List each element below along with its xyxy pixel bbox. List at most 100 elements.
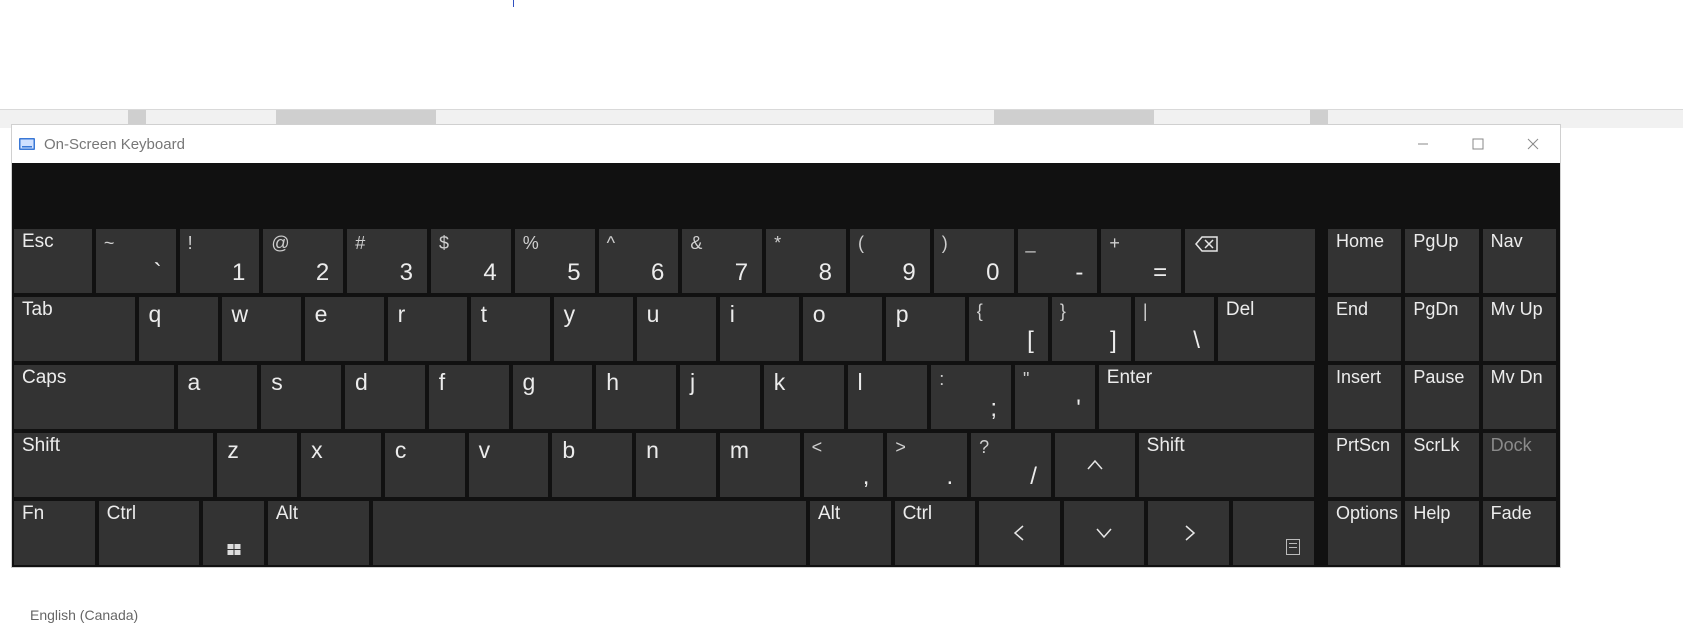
background-statusbar: English (Canada) (0, 599, 1683, 623)
key-s[interactable]: s (261, 365, 341, 429)
key-6[interactable]: ^6 (599, 229, 679, 293)
key-l[interactable]: l (848, 365, 928, 429)
key-pgdn[interactable]: PgDn (1405, 297, 1478, 361)
key-x[interactable]: x (301, 433, 381, 497)
key-tab[interactable]: Tab (14, 297, 135, 361)
statusbar-language: English (Canada) (30, 607, 138, 623)
key-t[interactable]: t (471, 297, 550, 361)
key-e[interactable]: e (305, 297, 384, 361)
key-insert[interactable]: Insert (1328, 365, 1401, 429)
key-semicolon[interactable]: :; (931, 365, 1011, 429)
key-8[interactable]: *8 (766, 229, 846, 293)
key-down[interactable] (1064, 501, 1145, 565)
key-u[interactable]: u (637, 297, 716, 361)
key-lalt[interactable]: Alt (268, 501, 369, 565)
key-context[interactable] (1233, 501, 1314, 565)
key-mvdn[interactable]: Mv Dn (1483, 365, 1556, 429)
key-caps[interactable]: Caps (14, 365, 174, 429)
key-j[interactable]: j (680, 365, 760, 429)
key-rctrl[interactable]: Ctrl (895, 501, 976, 565)
key-right[interactable] (1148, 501, 1229, 565)
key-rbracket[interactable]: }] (1052, 297, 1131, 361)
key-space[interactable] (373, 501, 806, 565)
key-slash[interactable]: ?/ (971, 433, 1051, 497)
key-d[interactable]: d (345, 365, 425, 429)
key-backtick[interactable]: ~` (96, 229, 176, 293)
app-icon (18, 136, 36, 152)
key-up[interactable] (1055, 433, 1135, 497)
key-q[interactable]: q (139, 297, 218, 361)
key-w[interactable]: w (222, 297, 301, 361)
text-cursor (513, 0, 514, 7)
close-button[interactable] (1505, 125, 1560, 163)
key-lctrl[interactable]: Ctrl (99, 501, 200, 565)
key-r[interactable]: r (388, 297, 467, 361)
arrow-down-icon (1064, 501, 1145, 565)
key-prtscn[interactable]: PrtScn (1328, 433, 1401, 497)
key-win[interactable] (203, 501, 263, 565)
key-o[interactable]: o (803, 297, 882, 361)
key-backspace[interactable] (1185, 229, 1315, 293)
key-pause[interactable]: Pause (1405, 365, 1478, 429)
key-home[interactable]: Home (1328, 229, 1401, 293)
key-equals[interactable]: += (1101, 229, 1181, 293)
key-y[interactable]: y (554, 297, 633, 361)
key-lbracket[interactable]: {[ (969, 297, 1048, 361)
document-background (0, 0, 1683, 125)
key-g[interactable]: g (513, 365, 593, 429)
key-quote[interactable]: "' (1015, 365, 1095, 429)
key-mvup[interactable]: Mv Up (1483, 297, 1556, 361)
key-fn[interactable]: Fn (14, 501, 95, 565)
key-h[interactable]: h (596, 365, 676, 429)
titlebar[interactable]: On-Screen Keyboard (12, 125, 1560, 163)
key-pgup[interactable]: PgUp (1405, 229, 1478, 293)
key-lshift[interactable]: Shift (14, 433, 213, 497)
key-fade[interactable]: Fade (1483, 501, 1556, 565)
key-p[interactable]: p (886, 297, 965, 361)
key-rshift[interactable]: Shift (1139, 433, 1314, 497)
key-z[interactable]: z (217, 433, 297, 497)
key-5[interactable]: %5 (515, 229, 595, 293)
minimize-button[interactable] (1395, 125, 1450, 163)
key-ralt[interactable]: Alt (810, 501, 891, 565)
key-scrlk[interactable]: ScrLk (1405, 433, 1478, 497)
key-3[interactable]: #3 (347, 229, 427, 293)
key-period[interactable]: >. (887, 433, 967, 497)
key-f[interactable]: f (429, 365, 509, 429)
arrow-right-icon (1148, 501, 1229, 565)
key-7[interactable]: &7 (682, 229, 762, 293)
windows-icon (227, 544, 240, 555)
arrow-up-icon (1055, 433, 1135, 497)
key-backslash[interactable]: |\ (1135, 297, 1214, 361)
key-enter[interactable]: Enter (1099, 365, 1314, 429)
key-1[interactable]: !1 (180, 229, 260, 293)
arrow-left-icon (979, 501, 1060, 565)
key-4[interactable]: $4 (431, 229, 511, 293)
onscreen-keyboard-window: On-Screen Keyboard Esc~`!1@2#3$4%5^6&7*8… (12, 125, 1560, 567)
key-nav[interactable]: Nav (1483, 229, 1556, 293)
keyboard-body: Esc~`!1@2#3$4%5^6&7*8(9)0_-+= Tabqwertyui… (12, 163, 1560, 567)
maximize-button[interactable] (1450, 125, 1505, 163)
key-comma[interactable]: <, (804, 433, 884, 497)
key-options[interactable]: Options (1328, 501, 1401, 565)
key-9[interactable]: (9 (850, 229, 930, 293)
key-b[interactable]: b (552, 433, 632, 497)
key-v[interactable]: v (469, 433, 549, 497)
key-c[interactable]: c (385, 433, 465, 497)
key-2[interactable]: @2 (263, 229, 343, 293)
key-0[interactable]: )0 (934, 229, 1014, 293)
key-m[interactable]: m (720, 433, 800, 497)
window-title: On-Screen Keyboard (44, 136, 185, 153)
key-dock[interactable]: Dock (1483, 433, 1556, 497)
key-help[interactable]: Help (1405, 501, 1478, 565)
key-end[interactable]: End (1328, 297, 1401, 361)
key-k[interactable]: k (764, 365, 844, 429)
key-n[interactable]: n (636, 433, 716, 497)
key-esc[interactable]: Esc (14, 229, 92, 293)
key-minus[interactable]: _- (1018, 229, 1098, 293)
key-a[interactable]: a (178, 365, 258, 429)
key-del[interactable]: Del (1218, 297, 1315, 361)
context-menu-icon (1286, 539, 1300, 555)
key-left[interactable] (979, 501, 1060, 565)
key-i[interactable]: i (720, 297, 799, 361)
